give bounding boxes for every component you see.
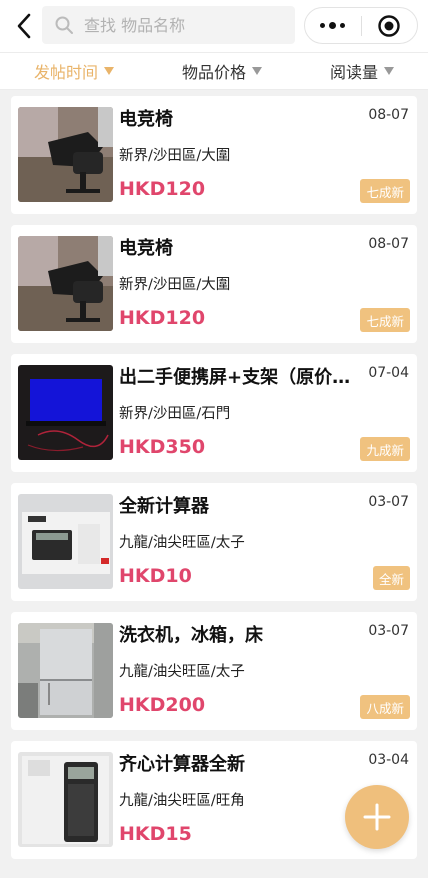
- listing-card[interactable]: 洗衣机，冰箱，床 03-07 九龍/油尖旺區/太子 HKD200 八成新: [11, 612, 417, 730]
- listing-date: 08-07: [368, 236, 409, 252]
- gaming-chair-photo: [18, 107, 113, 202]
- fridge-photo: [18, 623, 113, 718]
- search-input[interactable]: [84, 15, 274, 35]
- listing-title: 洗衣机，冰箱，床: [119, 625, 263, 646]
- sort-label: 发帖时间: [33, 63, 98, 82]
- listing-title: 出二手便携屏+支架（原价…: [119, 367, 351, 388]
- gaming-chair-photo: [18, 236, 113, 331]
- back-arrow-icon: [17, 13, 31, 39]
- sort-by-post-time[interactable]: 发帖时间: [34, 59, 114, 83]
- search-icon: [55, 16, 73, 34]
- condition-badge: 九成新: [360, 437, 410, 461]
- listing-date: 07-04: [368, 365, 409, 381]
- listing-price: HKD120: [119, 307, 206, 329]
- sort-label: 物品价格: [181, 63, 246, 82]
- sort-by-price[interactable]: 物品价格: [182, 59, 262, 83]
- listing-date: 08-07: [368, 107, 409, 123]
- back-button[interactable]: [8, 10, 40, 42]
- listing-price: HKD10: [119, 565, 192, 587]
- listing-card[interactable]: 全新计算器 03-07 九龍/油尖旺區/太子 HKD10 全新: [11, 483, 417, 601]
- listing-date: 03-07: [368, 494, 409, 510]
- dropdown-triangle-icon: [104, 67, 114, 75]
- portable-monitor-photo: [18, 365, 113, 460]
- listing-list: 电竞椅 08-07 新界/沙田區/大圍 HKD120 七成新 电竞椅 08-07…: [11, 96, 417, 870]
- listing-title: 齐心计算器全新: [119, 754, 245, 775]
- condition-badge: 七成新: [360, 308, 410, 332]
- calculator-box-photo: [18, 494, 113, 589]
- dropdown-triangle-icon: [252, 67, 262, 75]
- listing-location: 九龍/油尖旺區/太子: [119, 535, 245, 551]
- listing-location: 新界/沙田區/大圍: [119, 277, 231, 293]
- top-bar: [0, 0, 428, 52]
- condition-badge: 七成新: [360, 179, 410, 203]
- plus-icon: [363, 803, 391, 831]
- listing-price: HKD120: [119, 178, 206, 200]
- close-miniprogram-button[interactable]: [362, 8, 418, 43]
- dropdown-triangle-icon: [384, 67, 394, 75]
- add-listing-button[interactable]: [345, 785, 409, 849]
- listing-title: 全新计算器: [119, 496, 209, 517]
- listing-title: 电竞椅: [119, 238, 173, 259]
- listing-date: 03-07: [368, 623, 409, 639]
- listing-location: 新界/沙田區/石門: [119, 406, 231, 422]
- listing-location: 新界/沙田區/大圍: [119, 148, 231, 164]
- condition-badge: 八成新: [360, 695, 410, 719]
- miniprogram-capsule: [304, 7, 418, 44]
- listing-card[interactable]: 电竞椅 08-07 新界/沙田區/大圍 HKD120 七成新: [11, 96, 417, 214]
- sort-by-views[interactable]: 阅读量: [330, 59, 394, 83]
- listing-date: 03-04: [368, 752, 409, 768]
- sort-bar: 发帖时间 物品价格 阅读量: [0, 52, 428, 90]
- listing-location: 九龍/油尖旺區/旺角: [119, 793, 245, 809]
- listing-title: 电竞椅: [119, 109, 173, 130]
- condition-badge: 全新: [372, 566, 410, 590]
- more-dots-icon: [320, 22, 346, 29]
- target-icon: [378, 14, 400, 37]
- search-bar[interactable]: [42, 6, 295, 44]
- listing-card[interactable]: 电竞椅 08-07 新界/沙田區/大圍 HKD120 七成新: [11, 225, 417, 343]
- sort-label: 阅读量: [329, 63, 378, 82]
- listing-price: HKD200: [119, 694, 206, 716]
- listing-card[interactable]: 出二手便携屏+支架（原价… 07-04 新界/沙田區/石門 HKD350 九成新: [11, 354, 417, 472]
- listing-price: HKD350: [119, 436, 206, 458]
- listing-price: HKD15: [119, 823, 192, 845]
- scientific-calculator-photo: [18, 752, 113, 847]
- more-button[interactable]: [305, 8, 361, 43]
- listing-location: 九龍/油尖旺區/太子: [119, 664, 245, 680]
